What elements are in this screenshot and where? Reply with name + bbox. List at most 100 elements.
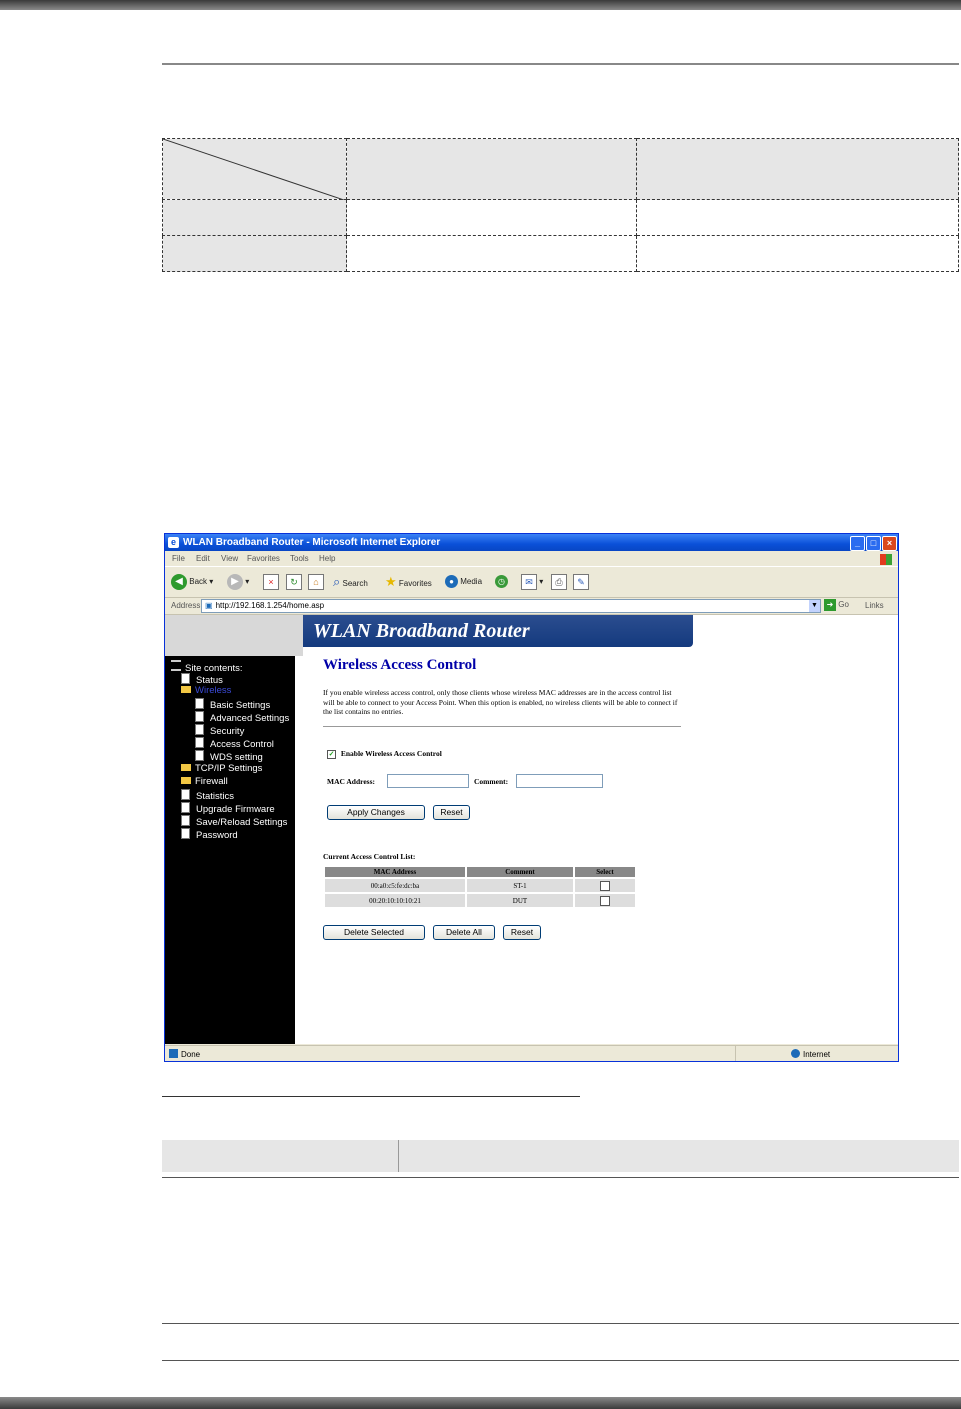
chevron-down-icon[interactable]: ▼ [809, 600, 820, 612]
apply-changes-button[interactable]: Apply Changes [327, 805, 425, 820]
toolbar: ◀ Back ▾ ▶ ▾ × ↻ ⌂ ⌕ Search ★ Favorites … [165, 566, 898, 598]
address-input[interactable]: ▣ http://192.168.1.254/home.asp ▼ [201, 599, 821, 613]
doc-table-bottom-header [162, 1140, 959, 1172]
mac-address-input[interactable] [387, 774, 469, 788]
maximize-icon[interactable]: □ [866, 536, 881, 551]
history-icon: ◷ [495, 575, 508, 589]
tree-root-icon [171, 660, 181, 671]
page-icon [195, 750, 204, 761]
divider [323, 726, 681, 727]
go-button[interactable]: ➜ Go [824, 599, 849, 611]
history-button[interactable]: ◷ [495, 574, 508, 590]
forward-arrow-icon: ▶ [227, 574, 243, 590]
column-header: Comment [467, 867, 573, 877]
media-button[interactable]: ● Media [445, 574, 482, 590]
page-icon [181, 802, 190, 813]
search-icon: ⌕ [333, 574, 341, 589]
access-control-table: MAC Address Comment Select 00:a0:c5:fe:d… [323, 865, 637, 909]
mail-icon: ✉ [521, 574, 537, 590]
folder-icon [181, 777, 191, 784]
sidebar: Site contents: Status Wireless Basic Set… [165, 656, 295, 1044]
table-cell [346, 235, 637, 272]
column-header: Select [575, 867, 635, 877]
column-header: MAC Address [325, 867, 465, 877]
comment-label: Comment: [474, 777, 509, 786]
main-content: Wireless Access Control If you enable wi… [303, 656, 883, 1044]
zone-indicator: Internet [791, 1049, 830, 1059]
table-row: 00:20:10:10:10:21 DUT [325, 894, 635, 907]
home-button[interactable]: ⌂ [308, 574, 324, 590]
window-title: WLAN Broadband Router - Microsoft Intern… [183, 537, 441, 548]
search-button[interactable]: ⌕ Search [333, 574, 368, 590]
refresh-icon: ↻ [286, 574, 302, 590]
folder-open-icon [181, 686, 191, 693]
page-icon: ▣ [205, 601, 213, 610]
sidebar-item-wds-setting[interactable]: WDS setting [195, 750, 263, 763]
menu-view[interactable]: View [221, 554, 238, 563]
page-icon [195, 698, 204, 709]
sidebar-item-firewall[interactable]: Firewall [181, 776, 228, 787]
sidebar-item-save-reload[interactable]: Save/Reload Settings [181, 815, 287, 828]
menu-tools[interactable]: Tools [290, 554, 309, 563]
media-icon: ● [445, 575, 458, 589]
sidebar-item-password[interactable]: Password [181, 828, 238, 841]
favorites-button[interactable]: ★ Favorites [385, 574, 432, 590]
mac-cell: 00:20:10:10:10:21 [325, 894, 465, 907]
sidebar-item-wireless[interactable]: Wireless [181, 685, 231, 696]
sidebar-item-basic-settings[interactable]: Basic Settings [195, 698, 270, 711]
reset-button[interactable]: Reset [433, 805, 470, 820]
menu-file[interactable]: File [172, 554, 185, 563]
url-text: http://192.168.1.254/home.asp [215, 601, 325, 610]
minimize-icon[interactable]: _ [850, 536, 865, 551]
print-icon: ⎙ [551, 574, 567, 590]
delete-selected-button[interactable]: Delete Selected [323, 925, 425, 940]
reset-list-button[interactable]: Reset [503, 925, 541, 940]
status-bar: Done Internet [165, 1045, 898, 1061]
table-row: 00:a0:c5:fe:dc:ba ST-1 [325, 879, 635, 892]
table-rule [162, 1323, 959, 1324]
enable-access-control-checkbox[interactable]: ✓ [327, 749, 336, 759]
row-header-cell [162, 235, 347, 272]
links-button[interactable]: Links [865, 601, 884, 610]
menu-bar: File Edit View Favorites Tools Help [165, 551, 898, 565]
address-bar: Address ▣ http://192.168.1.254/home.asp ▼… [165, 597, 898, 615]
select-checkbox[interactable] [600, 880, 610, 891]
select-checkbox[interactable] [600, 895, 610, 906]
stop-button[interactable]: × [263, 574, 279, 590]
browser-window: e WLAN Broadband Router - Microsoft Inte… [164, 533, 899, 1062]
delete-all-button[interactable]: Delete All [433, 925, 495, 940]
table-rule [162, 1177, 959, 1178]
comment-cell: ST-1 [467, 879, 573, 892]
go-arrow-icon: ➜ [824, 599, 836, 611]
star-icon: ★ [385, 574, 397, 589]
menu-edit[interactable]: Edit [196, 554, 210, 563]
sidebar-item-advanced-settings[interactable]: Advanced Settings [195, 711, 289, 724]
comment-input[interactable] [516, 774, 603, 788]
refresh-button[interactable]: ↻ [286, 574, 302, 590]
table-header-cell [346, 138, 637, 200]
sidebar-item-security[interactable]: Security [195, 724, 244, 737]
back-button[interactable]: ◀ Back ▾ [171, 574, 213, 590]
windows-logo-icon [880, 554, 892, 565]
sidebar-item-upgrade-firmware[interactable]: Upgrade Firmware [181, 802, 275, 815]
menu-favorites[interactable]: Favorites [247, 554, 280, 563]
stop-icon: × [263, 574, 279, 590]
ie-page-icon: e [168, 537, 179, 548]
page-title: Wireless Access Control [323, 657, 477, 673]
sidebar-item-tcpip-settings[interactable]: TCP/IP Settings [181, 763, 262, 774]
mail-button[interactable]: ✉ ▾ [521, 574, 543, 590]
status-text: Done [169, 1049, 200, 1059]
mac-address-label: MAC Address: [327, 777, 375, 786]
page-icon [181, 815, 190, 826]
sidebar-item-access-control[interactable]: Access Control [195, 737, 274, 750]
forward-button[interactable]: ▶ ▾ [227, 574, 249, 590]
edit-page-icon: ✎ [573, 574, 589, 590]
close-icon[interactable]: × [882, 536, 897, 551]
print-button[interactable]: ⎙ [551, 574, 567, 590]
edit-button[interactable]: ✎ [573, 574, 589, 590]
sidebar-item-statistics[interactable]: Statistics [181, 789, 234, 802]
table-rule [162, 1360, 959, 1361]
menu-help[interactable]: Help [319, 554, 335, 563]
banner-left-panel [165, 615, 303, 656]
diagonal-line [163, 139, 344, 200]
